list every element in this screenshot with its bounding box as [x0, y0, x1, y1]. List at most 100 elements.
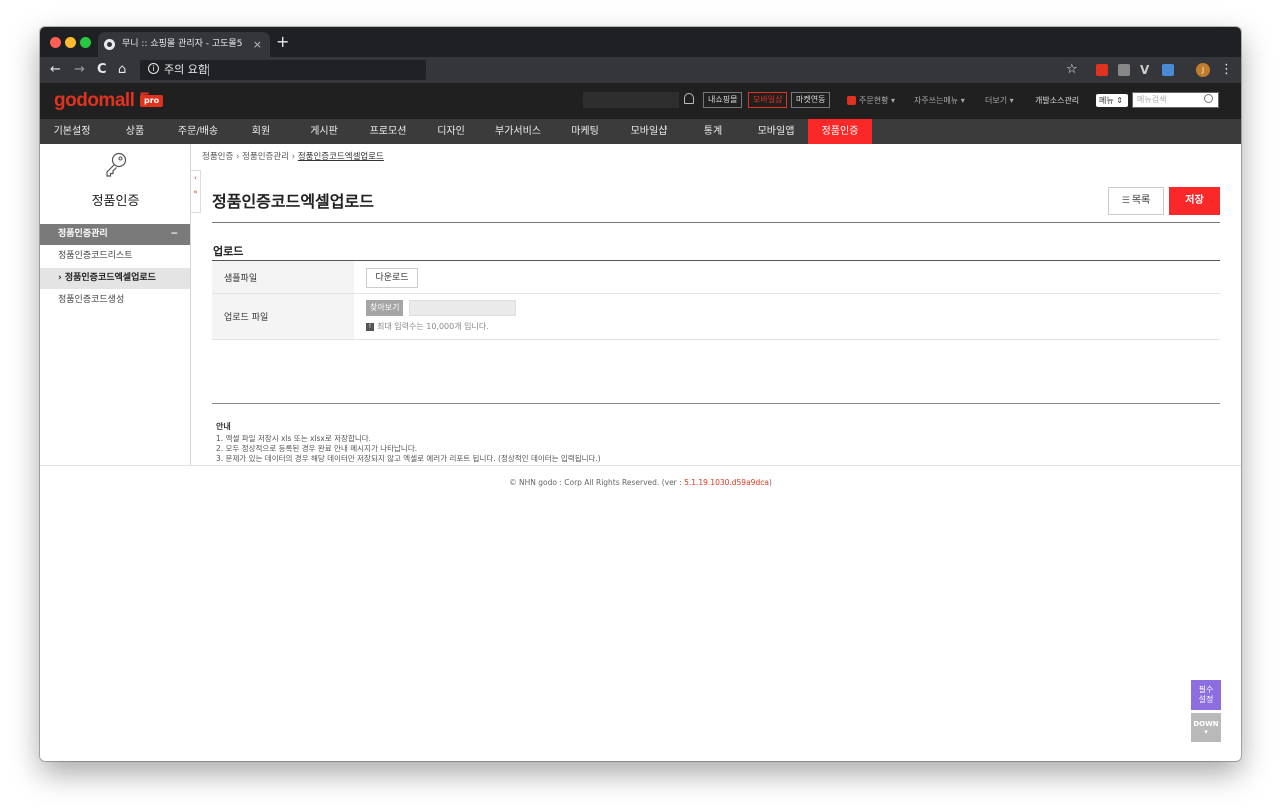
upload-section-title: 업로드: [213, 245, 244, 258]
footer-close-paren: ): [768, 478, 772, 487]
guide-line-item: 1. 엑셀 파일 저장시 xls 또는 xlsx로 저장합니다.: [216, 434, 372, 443]
gnb-item-addon-services[interactable]: 부가서비스: [482, 119, 554, 144]
gnb-item-board[interactable]: 게시판: [292, 119, 356, 144]
main-content: 정품인증 › 정품인증관리 › 정품인증코드엑셀업로드 정품인증코드엑셀업로드 …: [202, 144, 1222, 465]
blue-extension-icon[interactable]: [1162, 64, 1174, 76]
guide-title: 안내: [216, 422, 231, 431]
sidebar-item-code-create[interactable]: 정품인증코드생성: [40, 290, 190, 311]
footer-version: 5.1.19.1030.d59a9dca: [684, 478, 769, 487]
gnb-item-authentication[interactable]: 정품인증: [808, 119, 872, 144]
bookmark-star-icon[interactable]: ☆: [1066, 61, 1078, 79]
favicon-icon: [104, 39, 115, 50]
sidebar-title: 정품인증: [91, 194, 140, 209]
gnb-item-members[interactable]: 회원: [230, 119, 292, 144]
browser-menu-icon[interactable]: ⋮: [1220, 61, 1233, 79]
info-icon[interactable]: i: [148, 63, 159, 74]
gnb-item-basic-settings[interactable]: 기본설정: [40, 119, 104, 144]
down-label: DOWN: [1193, 720, 1219, 728]
v-extension-icon[interactable]: V: [1140, 64, 1152, 76]
page-title: 정품인증코드엑셀업로드: [212, 192, 374, 211]
browser-tab[interactable]: 무니 :: 쇼핑몰 관리자 - 고도몰5 ×: [98, 32, 270, 57]
maximize-window-button[interactable]: [80, 37, 91, 48]
address-divider: [208, 64, 209, 76]
security-status[interactable]: 주의 요함: [164, 61, 208, 79]
sidebar-group-title: 정품인증관리: [58, 229, 108, 239]
sidebar-group-header[interactable]: 정품인증관리 −: [40, 224, 190, 245]
upload-form-table: 샘플파일 다운로드 업로드 파일 찾아보기 ! 최대 입력수는 10,000개 입…: [212, 261, 1220, 340]
collapse-toggle-icon[interactable]: −: [170, 224, 178, 245]
gnb-item-promotion[interactable]: 프로모션: [356, 119, 420, 144]
breadcrumb: 정품인증 › 정품인증관리 › 정품인증코드엑셀업로드: [202, 150, 384, 162]
home-button[interactable]: ⌂: [118, 61, 126, 79]
sidebar-collapse-handle[interactable]: ‹ «: [191, 170, 201, 213]
favorite-menu-dropdown[interactable]: 자주쓰는메뉴 ▾: [914, 95, 965, 107]
breadcrumb-level2[interactable]: 정품인증관리: [242, 152, 289, 162]
bell-icon[interactable]: [684, 93, 694, 104]
gnb-item-design[interactable]: 디자인: [420, 119, 482, 144]
browser-tab-strip: 무니 :: 쇼핑몰 관리자 - 고도몰5 × +: [40, 27, 1241, 57]
sidebar-item-excel-upload[interactable]: › 정품인증코드엑셀업로드: [40, 268, 190, 289]
list-icon: ☰: [1121, 196, 1130, 206]
tab-close-icon[interactable]: ×: [253, 32, 262, 57]
search-icon[interactable]: [1204, 94, 1213, 103]
extension-red-icon[interactable]: [1096, 64, 1108, 76]
gnb-item-marketing[interactable]: 마케팅: [554, 119, 616, 144]
required-settings-button[interactable]: 필수 설정: [1191, 680, 1221, 710]
browse-button[interactable]: 찾아보기: [366, 300, 404, 316]
guide-line-item: 3. 문제가 있는 데이터의 경우 해당 데이터만 저장되지 않고 엑셀로 에러…: [216, 454, 601, 463]
sidebar-item-code-list[interactable]: 정품인증코드리스트: [40, 246, 190, 267]
my-shop-button[interactable]: 내쇼핑몰: [703, 92, 743, 108]
market-link-button[interactable]: 마켓연동: [791, 92, 831, 108]
gnb-item-mobile-app[interactable]: 모바일앱: [744, 119, 808, 144]
guide-divider: [212, 403, 1220, 404]
main-navigation: 기본설정 상품 주문/배송 회원 게시판 프로모션 디자인 부가서비스 마케팅 …: [40, 119, 1241, 144]
order-alert-icon: [847, 96, 856, 105]
gnb-item-products[interactable]: 상품: [104, 119, 166, 144]
breadcrumb-separator: ›: [291, 152, 296, 162]
chevron-down-icon: ▾: [1204, 728, 1208, 736]
upload-limit-text: 최대 입력수는 10,000개 입니다.: [377, 322, 489, 331]
upload-file-cell: 찾아보기 ! 최대 입력수는 10,000개 입니다.: [354, 294, 1220, 339]
save-button[interactable]: 저장: [1169, 187, 1220, 215]
required-label-line2: 설정: [1198, 695, 1214, 704]
scroll-down-button[interactable]: DOWN ▾: [1191, 713, 1221, 742]
sample-file-label: 샘플파일: [212, 261, 354, 293]
menu-type-select[interactable]: 메뉴 ⇕: [1096, 94, 1128, 107]
footer-copyright: © NHN godo : Corp All Rights Reserved. (…: [509, 478, 685, 487]
godomall-logo[interactable]: godomall 5: [54, 90, 150, 112]
dev-source-link[interactable]: 개발소스관리: [1035, 95, 1079, 107]
reload-button[interactable]: C: [97, 61, 107, 79]
order-status-dropdown[interactable]: 주문현황 ▾: [859, 95, 895, 107]
left-sidebar: 정품인증 정품인증관리 − 정품인증코드리스트 › 정품인증코드엑셀업로드 정품…: [40, 144, 191, 465]
key-icon: [106, 152, 127, 177]
minimize-window-button[interactable]: [65, 37, 76, 48]
sample-file-cell: 다운로드: [354, 261, 1220, 293]
footer-divider: [40, 465, 1241, 466]
upload-file-row: 업로드 파일 찾아보기 ! 최대 입력수는 10,000개 입니다.: [212, 294, 1220, 340]
gnb-item-mobile-shop[interactable]: 모바일샵: [616, 119, 682, 144]
breadcrumb-separator: ›: [235, 152, 240, 162]
upload-file-label: 업로드 파일: [212, 294, 354, 339]
new-tab-button[interactable]: +: [276, 32, 289, 52]
list-button[interactable]: ☰ 목록: [1108, 187, 1164, 215]
browser-toolbar: ← → C ⌂ i 주의 요함 ☆ V J ⋮: [40, 57, 1241, 83]
header-search-box[interactable]: [583, 92, 679, 108]
forward-button[interactable]: →: [74, 61, 85, 79]
back-button[interactable]: ←: [50, 61, 61, 79]
sample-file-row: 샘플파일 다운로드: [212, 261, 1220, 294]
camera-extension-icon[interactable]: [1118, 64, 1130, 76]
breadcrumb-level1[interactable]: 정품인증: [202, 152, 233, 162]
pro-badge: pro: [140, 95, 164, 107]
gnb-item-statistics[interactable]: 통계: [682, 119, 744, 144]
breadcrumb-current[interactable]: 정품인증코드엑셀업로드: [298, 152, 384, 162]
download-button[interactable]: 다운로드: [366, 268, 418, 288]
guide-list: 1. 엑셀 파일 저장시 xls 또는 xlsx로 저장합니다. 2. 모두 정…: [216, 434, 601, 464]
file-path-field[interactable]: [409, 300, 516, 316]
profile-avatar[interactable]: J: [1196, 63, 1210, 77]
tab-title: 무니 :: 쇼핑몰 관리자 - 고도몰5: [122, 39, 243, 49]
gnb-item-orders[interactable]: 주문/배송: [166, 119, 230, 144]
required-label-line1: 필수: [1198, 685, 1214, 694]
more-dropdown[interactable]: 더보기 ▾: [985, 95, 1014, 107]
close-window-button[interactable]: [50, 37, 61, 48]
mobile-shop-button[interactable]: 모바일샵: [748, 92, 788, 108]
